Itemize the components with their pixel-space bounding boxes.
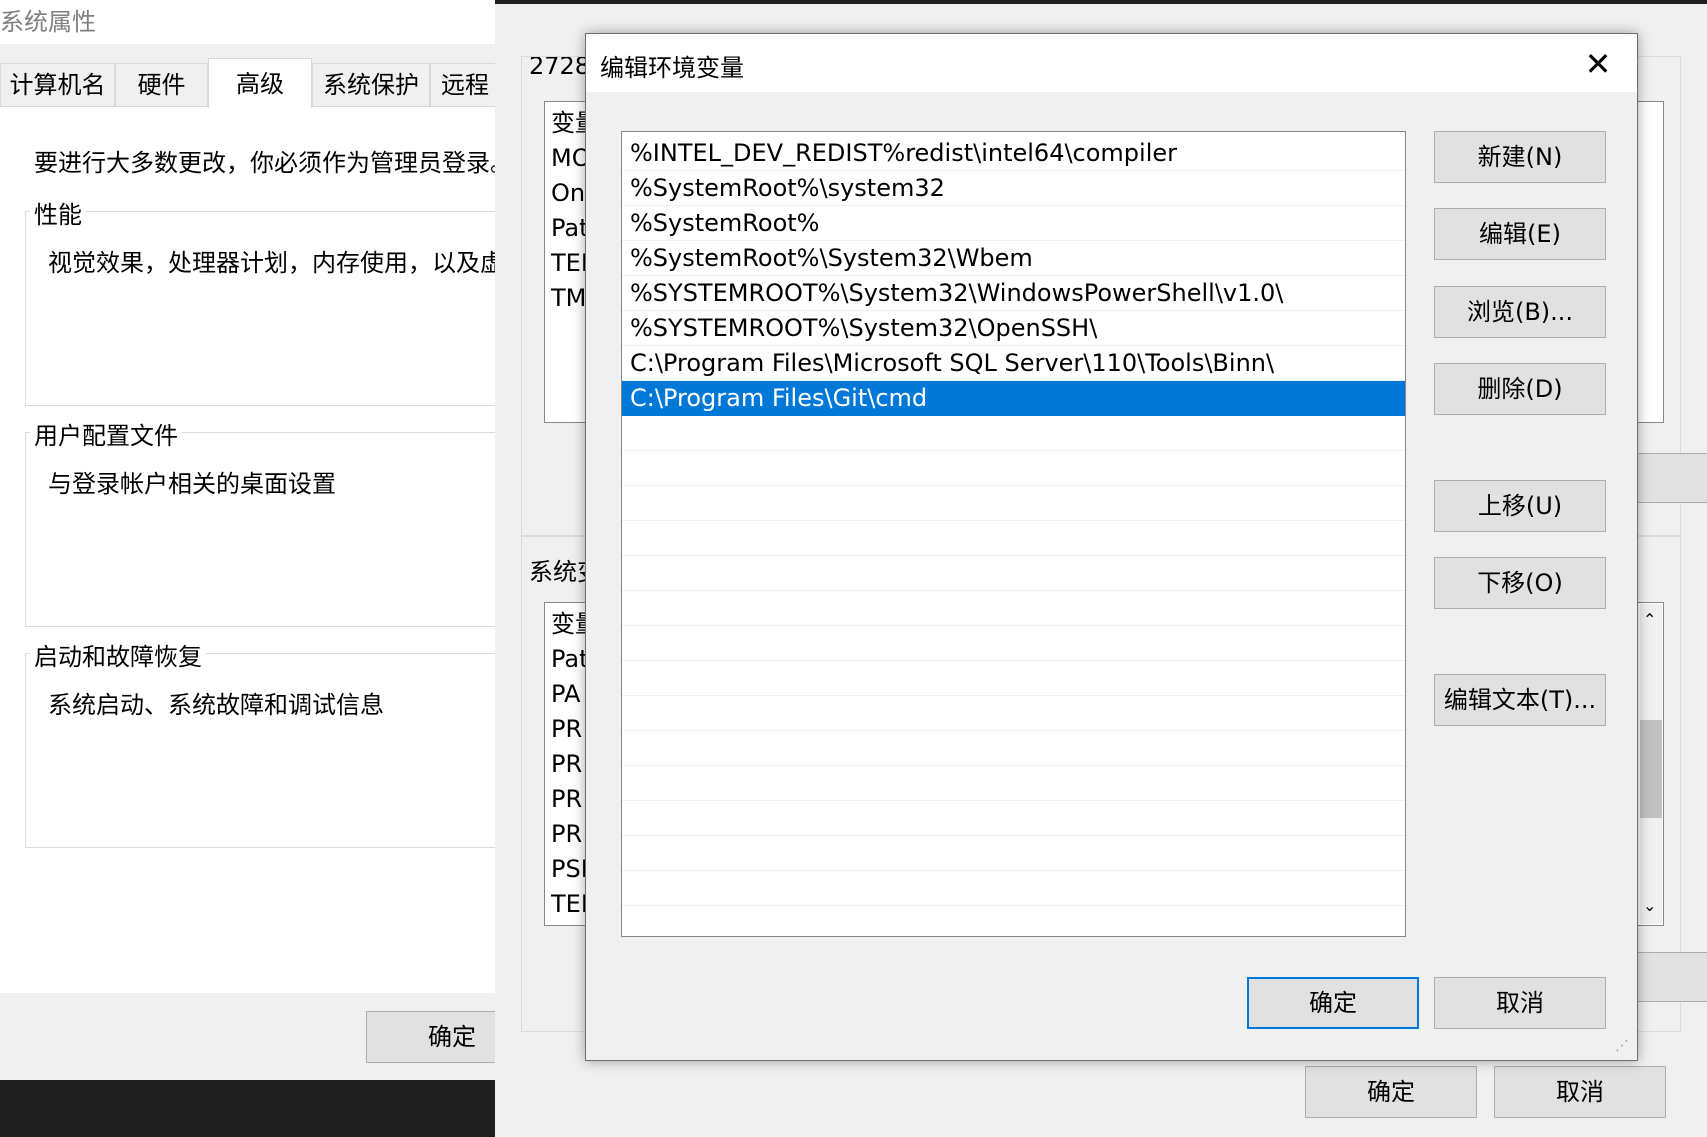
empty-path-row[interactable] xyxy=(622,416,1405,451)
system-properties-button-bar: 确定 xyxy=(0,993,495,1080)
empty-path-row[interactable] xyxy=(622,731,1405,766)
user-profiles-group xyxy=(25,432,495,627)
move-up-button[interactable]: 上移(U) xyxy=(1434,480,1606,532)
path-entry-row[interactable]: %SystemRoot%\system32 xyxy=(622,171,1405,206)
performance-group-title: 性能 xyxy=(30,195,86,230)
new-button[interactable]: 新建(N) xyxy=(1434,131,1606,183)
edit-dialog-title: 编辑环境变量 xyxy=(600,54,744,82)
empty-path-row[interactable] xyxy=(622,521,1405,556)
user-profiles-group-title: 用户配置文件 xyxy=(30,416,182,451)
delete-button[interactable]: 删除(D) xyxy=(1434,363,1606,415)
close-icon[interactable]: ✕ xyxy=(1576,44,1620,84)
edit-dialog-ok-button[interactable]: 确定 xyxy=(1247,977,1419,1029)
empty-path-row[interactable] xyxy=(622,626,1405,661)
empty-path-row[interactable] xyxy=(622,591,1405,626)
empty-path-row[interactable] xyxy=(622,486,1405,521)
path-entry-row[interactable]: C:\Program Files\Git\cmd xyxy=(622,381,1405,416)
performance-description: 视觉效果，处理器计划，内存使用，以及虚 xyxy=(48,249,495,277)
admin-notice: 要进行大多数更改，你必须作为管理员登录。 xyxy=(34,149,495,177)
edit-text-button[interactable]: 编辑文本(T)... xyxy=(1434,674,1606,726)
performance-group xyxy=(25,211,495,406)
environment-variables-ok-button[interactable]: 确定 xyxy=(1305,1066,1477,1118)
path-entry-row[interactable]: %SYSTEMROOT%\System32\OpenSSH\ xyxy=(622,311,1405,346)
system-properties-title: 系统属性 xyxy=(0,8,96,36)
startup-recovery-group-title: 启动和故障恢复 xyxy=(30,637,206,672)
resize-grip-icon[interactable]: ⋰ xyxy=(1615,1038,1631,1054)
path-entry-row[interactable]: %SYSTEMROOT%\System32\WindowsPowerShell\… xyxy=(622,276,1405,311)
edit-button[interactable]: 编辑(E) xyxy=(1434,208,1606,260)
empty-path-row[interactable] xyxy=(622,801,1405,836)
empty-path-row[interactable] xyxy=(622,661,1405,696)
move-down-button[interactable]: 下移(O) xyxy=(1434,557,1606,609)
scrollbar-thumb[interactable] xyxy=(1640,720,1662,818)
tab-remote[interactable]: 远程 xyxy=(430,63,495,106)
empty-path-row[interactable] xyxy=(622,556,1405,591)
system-properties-ok-button[interactable]: 确定 xyxy=(366,1011,495,1063)
edit-environment-variable-dialog: 编辑环境变量 ✕ %INTEL_DEV_REDIST%redist\intel6… xyxy=(585,33,1638,1061)
path-entry-row[interactable]: %SystemRoot%\System32\Wbem xyxy=(622,241,1405,276)
browse-button[interactable]: 浏览(B)... xyxy=(1434,286,1606,338)
startup-recovery-group xyxy=(25,653,495,848)
empty-path-row[interactable] xyxy=(622,836,1405,871)
tab-computer-name[interactable]: 计算机名 xyxy=(0,63,115,106)
empty-path-row[interactable] xyxy=(622,451,1405,486)
edit-dialog-cancel-button[interactable]: 取消 xyxy=(1434,977,1606,1029)
edit-dialog-titlebar: 编辑环境变量 ✕ xyxy=(586,34,1637,92)
empty-path-row[interactable] xyxy=(622,696,1405,731)
scroll-up-icon[interactable]: ⌃ xyxy=(1643,610,1656,629)
empty-path-row[interactable] xyxy=(622,871,1405,906)
tab-advanced[interactable]: 高级 xyxy=(208,58,312,108)
tab-system-protection[interactable]: 系统保护 xyxy=(312,63,430,106)
path-entry-row[interactable]: %SystemRoot% xyxy=(622,206,1405,241)
startup-recovery-description: 系统启动、系统故障和调试信息 xyxy=(48,691,384,719)
path-entries-list[interactable]: %INTEL_DEV_REDIST%redist\intel64\compile… xyxy=(621,131,1406,937)
path-entry-row[interactable]: C:\Program Files\Microsoft SQL Server\11… xyxy=(622,346,1405,381)
system-properties-titlebar: 系统属性 xyxy=(0,0,495,44)
empty-path-row[interactable] xyxy=(622,766,1405,801)
system-variables-scrollbar[interactable]: ⌃ ⌄ xyxy=(1640,604,1662,924)
environment-variables-cancel-button[interactable]: 取消 xyxy=(1494,1066,1666,1118)
tab-hardware[interactable]: 硬件 xyxy=(115,63,208,106)
user-profiles-description: 与登录帐户相关的桌面设置 xyxy=(48,470,336,498)
advanced-tab-panel: 要进行大多数更改，你必须作为管理员登录。 性能 视觉效果，处理器计划，内存使用，… xyxy=(0,106,495,994)
scroll-down-icon[interactable]: ⌄ xyxy=(1643,896,1656,915)
path-entry-row[interactable]: %INTEL_DEV_REDIST%redist\intel64\compile… xyxy=(622,136,1405,171)
system-properties-window: 系统属性 计算机名 硬件 系统保护 远程 要进行大多数更改，你必须作为管理员登录… xyxy=(0,0,495,1080)
